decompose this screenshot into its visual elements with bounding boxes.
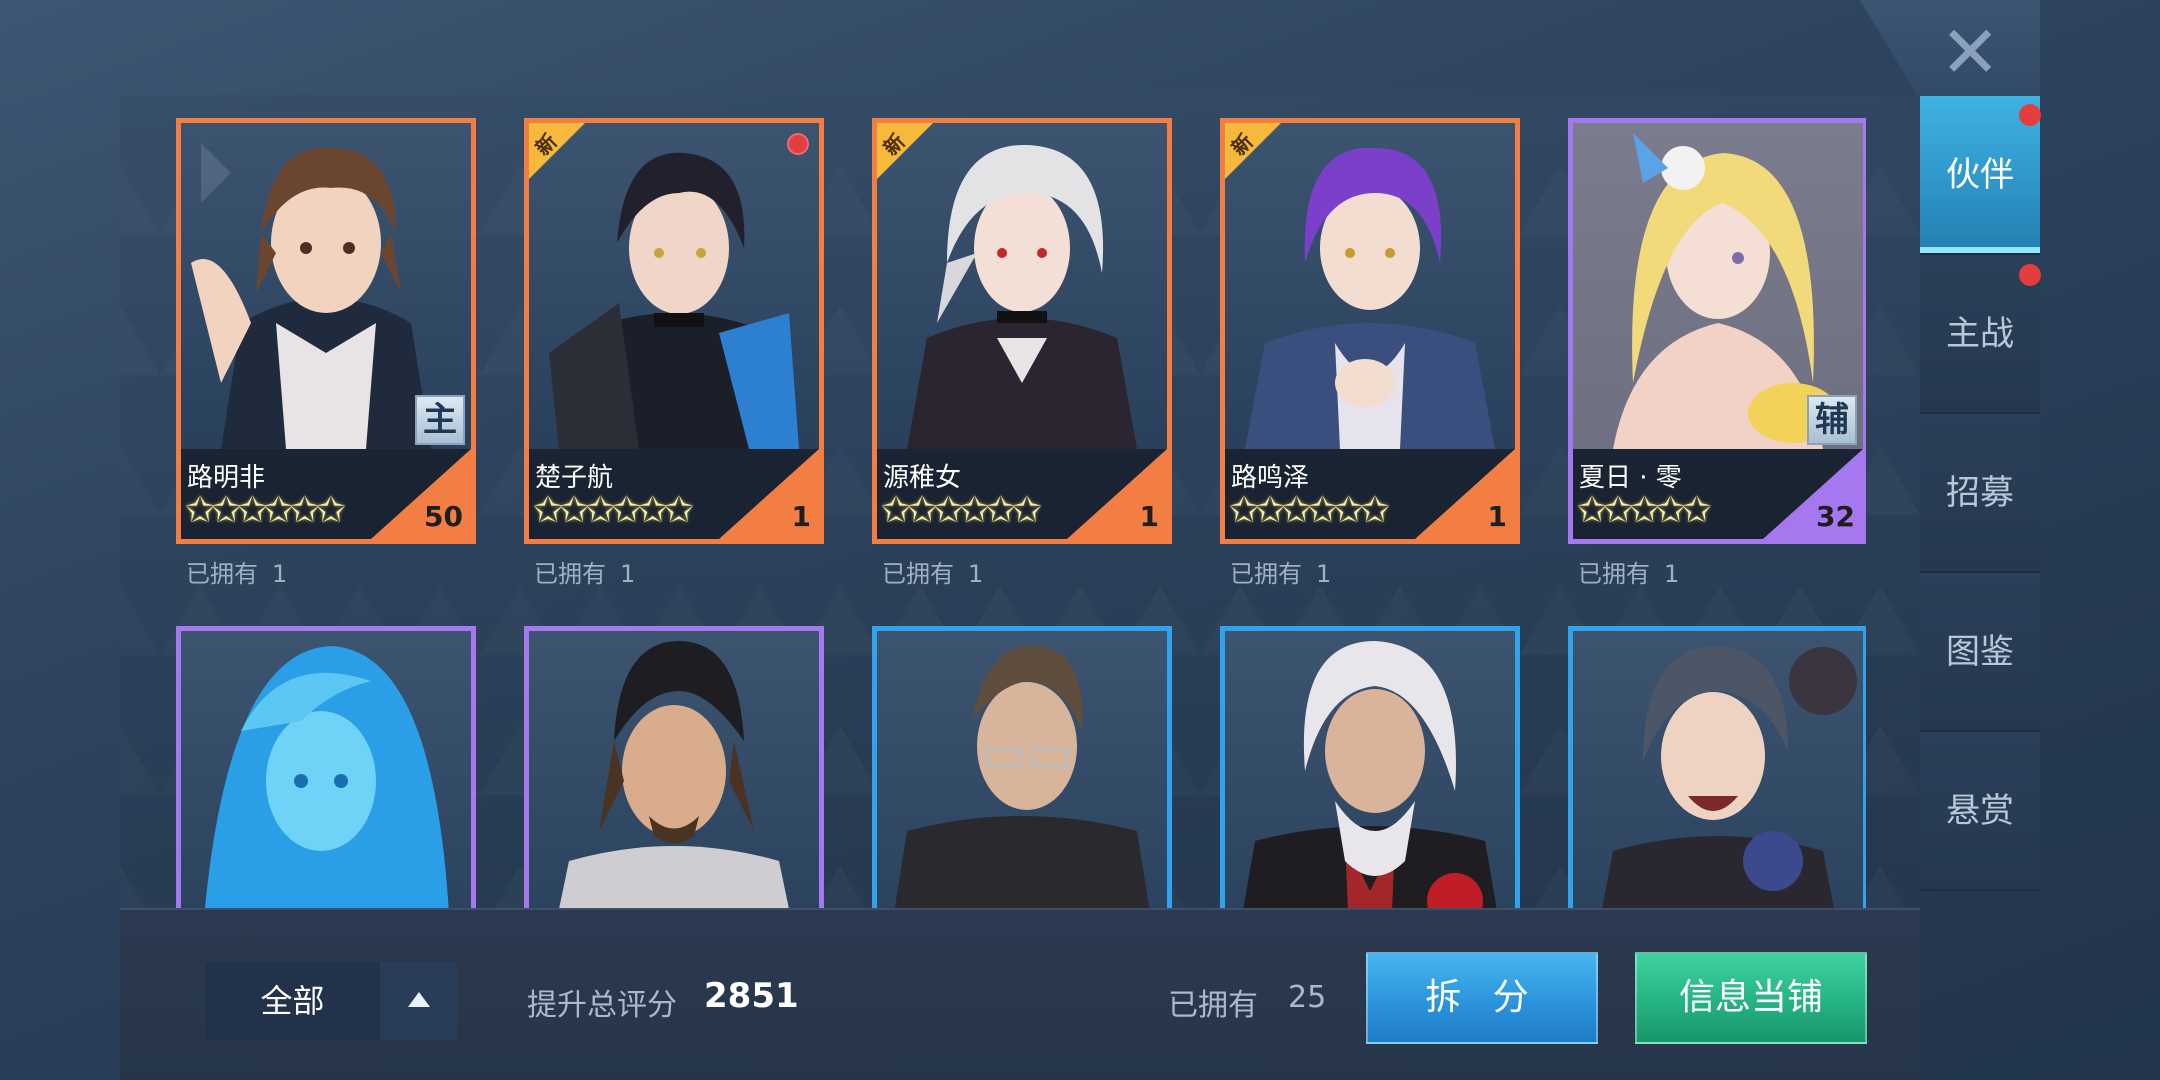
card-frame: 新 源稚女 ✩✩✩✩✩✩ 1 [872, 118, 1172, 544]
portrait-glasses-old-man [894, 645, 1150, 908]
nav-item-label: 招募 [1946, 473, 2014, 513]
total-owned-value: 25 [1288, 980, 1327, 1015]
card-frame [1220, 626, 1520, 908]
owned-number: 1 [272, 560, 288, 588]
side-nav: 伙伴 主战 招募 图鉴 悬赏 [1920, 96, 2041, 891]
nav-item-label: 伙伴 [1946, 155, 2014, 195]
nav-item-label: 图鉴 [1946, 632, 2014, 672]
partner-card[interactable] [1220, 626, 1520, 908]
card-info-bar: 路鸣泽 ✩✩✩✩✩✩ 1 [1225, 449, 1515, 539]
owned-count: 已拥有 1 [186, 554, 287, 589]
partner-card-grid: 主 路明非 ✩✩✩✩✩✩ 50 已拥有 1 新 楚子航 ✩✩✩✩✩✩ 1 已拥有… [176, 118, 1866, 908]
star-rating: ✩✩✩✩✩✩ [881, 490, 1042, 531]
card-frame [872, 626, 1172, 908]
partner-card[interactable]: 辅 夏日 · 零 ✩✩✩✩✩ 32 已拥有 1 [1568, 118, 1866, 588]
card-name: 楚子航 [535, 463, 614, 493]
star-rating: ✩✩✩✩✩✩ [185, 490, 346, 531]
partner-card[interactable] [176, 626, 476, 908]
card-level: 32 [1816, 500, 1855, 533]
partner-card[interactable]: 新 路鸣泽 ✩✩✩✩✩✩ 1 已拥有 1 [1220, 118, 1520, 588]
bottom-bar: 全部 提升总评分 2851 已拥有 25 拆 分 信息当铺 [120, 908, 1920, 1080]
card-info-bar: 路明非 ✩✩✩✩✩✩ 50 [181, 449, 471, 539]
card-name: 路明非 [187, 463, 266, 493]
owned-label: 已拥有 [1230, 560, 1302, 588]
card-level: 50 [424, 500, 463, 533]
owned-count: 已拥有 1 [882, 554, 983, 589]
owned-label: 已拥有 [882, 560, 954, 588]
partner-card[interactable] [524, 626, 824, 908]
nav-item-bounty[interactable]: 悬赏 [1920, 732, 2040, 891]
card-frame [176, 626, 476, 908]
partner-card[interactable]: 主 路明非 ✩✩✩✩✩✩ 50 已拥有 1 [176, 118, 476, 588]
card-frame [1568, 626, 1866, 908]
nav-item-recruit[interactable]: 招募 [1920, 414, 2040, 573]
nav-item-label: 悬赏 [1946, 791, 2014, 831]
role-badge: 主 [415, 395, 465, 445]
card-frame: 新 路鸣泽 ✩✩✩✩✩✩ 1 [1220, 118, 1520, 544]
card-frame: 新 楚子航 ✩✩✩✩✩✩ 1 [524, 118, 824, 544]
portrait-white-hair-elder [1243, 641, 1497, 908]
owned-label: 已拥有 [534, 560, 606, 588]
nav-item-codex[interactable]: 图鉴 [1920, 573, 2040, 732]
star-rating: ✩✩✩✩✩✩ [1229, 490, 1390, 531]
owned-count: 已拥有 1 [534, 554, 635, 589]
filter-label: 全部 [260, 982, 325, 1020]
owned-label: 已拥有 [186, 560, 258, 588]
owned-count: 已拥有 1 [1578, 554, 1679, 589]
card-name: 路鸣泽 [1231, 463, 1310, 493]
card-level: 1 [1487, 500, 1507, 533]
card-frame: 辅 夏日 · 零 ✩✩✩✩✩ 32 [1568, 118, 1866, 544]
portrait-blue-haired-girl [205, 646, 449, 908]
card-name: 夏日 · 零 [1579, 463, 1682, 493]
card-info-bar: 楚子航 ✩✩✩✩✩✩ 1 [529, 449, 819, 539]
partner-card[interactable]: 新 楚子航 ✩✩✩✩✩✩ 1 已拥有 1 [524, 118, 824, 588]
close-x-icon[interactable]: ✕ [1940, 12, 2000, 92]
owned-number: 1 [1316, 560, 1332, 588]
partner-card[interactable] [1568, 626, 1866, 908]
split-button[interactable]: 拆 分 [1366, 952, 1598, 1044]
card-frame [524, 626, 824, 908]
triangle-up-icon[interactable] [380, 962, 457, 1040]
nav-item-label: 主战 [1946, 314, 2014, 354]
card-level: 1 [791, 500, 811, 533]
owned-number: 1 [968, 560, 984, 588]
partner-card[interactable] [872, 626, 1172, 908]
partners-notify-dot [2019, 104, 2041, 126]
card-info-bar: 源稚女 ✩✩✩✩✩✩ 1 [877, 449, 1167, 539]
partner-card[interactable]: 新 源稚女 ✩✩✩✩✩✩ 1 已拥有 1 [872, 118, 1172, 588]
info-pawnshop-button[interactable]: 信息当铺 [1635, 952, 1867, 1044]
owned-number: 1 [620, 560, 636, 588]
filter-dropdown[interactable]: 全部 [205, 962, 457, 1040]
portrait-bandana-man [559, 641, 789, 908]
portrait-laughing-man [1602, 646, 1857, 908]
star-rating: ✩✩✩✩✩ [1577, 490, 1712, 531]
card-info-bar: 夏日 · 零 ✩✩✩✩✩ 32 [1573, 449, 1863, 539]
total-owned-label: 已拥有 [1168, 988, 1258, 1023]
notify-dot [787, 133, 809, 155]
main-battle-notify-dot [2019, 264, 2041, 286]
score-value: 2851 [704, 976, 799, 1016]
owned-label: 已拥有 [1578, 560, 1650, 588]
role-badge: 辅 [1807, 395, 1857, 445]
star-rating: ✩✩✩✩✩✩ [533, 490, 694, 531]
card-frame: 主 路明非 ✩✩✩✩✩✩ 50 [176, 118, 476, 544]
owned-count: 已拥有 1 [1230, 554, 1331, 589]
owned-number: 1 [1664, 560, 1680, 588]
card-name: 源稚女 [883, 463, 962, 493]
card-level: 1 [1139, 500, 1159, 533]
score-label: 提升总评分 [527, 988, 677, 1023]
